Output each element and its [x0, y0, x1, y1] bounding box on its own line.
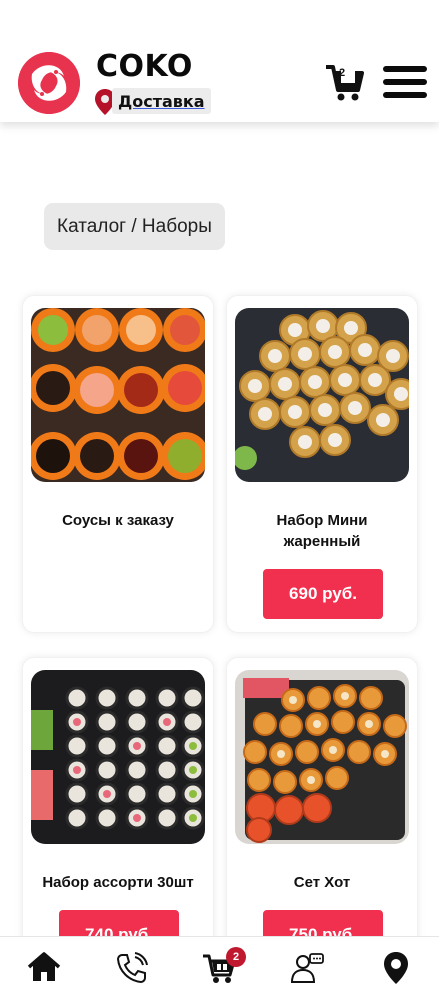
bottom-navigation: 2: [0, 936, 439, 1000]
price-button[interactable]: 690 руб.: [263, 569, 383, 619]
fried-rolls-image: [235, 308, 409, 482]
brand-name[interactable]: COKO: [96, 50, 193, 84]
assorted-rolls-image: [31, 670, 205, 844]
cart-count-badge: 2: [226, 947, 246, 967]
hot-set-image: [235, 670, 409, 844]
header-cart-count: 2: [339, 67, 346, 79]
app-header: COKO Доставка 2: [0, 0, 439, 122]
sauces-image: [31, 308, 205, 482]
product-title: Набор ассорти 30шт: [42, 874, 194, 891]
product-card[interactable]: Набор ассорти 30шт 740 руб.: [22, 657, 214, 960]
breadcrumb[interactable]: Каталог / Наборы: [44, 203, 225, 250]
product-title: Соусы к заказу: [62, 512, 174, 529]
product-title: Сет Хот: [293, 874, 351, 891]
home-icon[interactable]: [27, 951, 61, 985]
support-icon[interactable]: [290, 951, 324, 985]
product-title: Набор Мини жаренный: [276, 512, 368, 550]
location-icon[interactable]: [379, 951, 413, 985]
delivery-label: Доставка: [118, 91, 205, 111]
brand-logo[interactable]: [18, 52, 80, 114]
product-card[interactable]: Соусы к заказу: [22, 295, 214, 633]
product-card[interactable]: Набор Мини жаренный 690 руб.: [226, 295, 418, 633]
phone-icon[interactable]: [115, 951, 149, 985]
koi-fish-icon: [18, 52, 80, 114]
delivery-selector[interactable]: Доставка: [112, 88, 211, 114]
product-card[interactable]: Сет Хот 750 руб.: [226, 657, 418, 960]
hamburger-menu-button[interactable]: [383, 66, 429, 100]
